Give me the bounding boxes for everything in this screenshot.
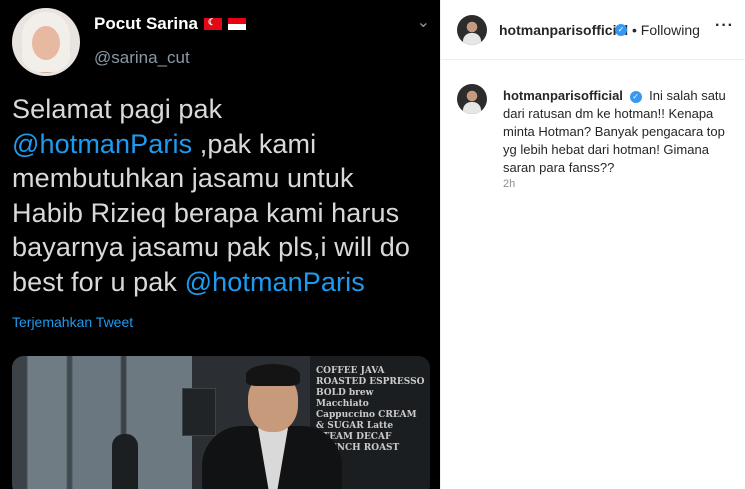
avatar[interactable]	[457, 84, 487, 114]
post-media: Pocut Sarina @sarina_cut ⌄ Selamat pagi …	[0, 0, 440, 489]
following-button[interactable]: • Following	[632, 22, 700, 38]
indonesia-flag-icon	[227, 18, 246, 30]
avatar[interactable]	[457, 15, 487, 45]
tweet-avatar	[12, 8, 80, 76]
tweet-photo: COFFEE JAVA ROASTED ESPRESSO BOLD brew M…	[12, 356, 430, 489]
caption-username-link[interactable]: hotmanparisofficial	[503, 88, 623, 103]
tweet-mention: @hotmanParis	[184, 266, 365, 297]
translate-tweet-link: Terjemahkan Tweet	[12, 314, 134, 330]
tweet-display-name: Pocut Sarina	[94, 14, 246, 34]
more-options-icon[interactable]: ···	[715, 17, 734, 35]
username-link[interactable]: hotmanparisofficial	[499, 22, 628, 38]
chevron-down-icon: ⌄	[416, 14, 430, 31]
turkey-flag-icon	[203, 17, 222, 30]
verified-badge-icon: ✓	[629, 91, 642, 103]
caption: hotmanparisofficial ✓ Ini salah satu dar…	[503, 87, 729, 177]
instagram-panel: hotmanparisofficial ✓ • Following ··· ho…	[440, 0, 745, 489]
tweet-text-part: Selamat pagi pak	[12, 94, 223, 124]
verified-badge-icon: ✓	[615, 24, 627, 36]
tweet-header: Pocut Sarina @sarina_cut ⌄	[12, 8, 432, 78]
tweet-handle: @sarina_cut	[94, 48, 190, 67]
post-timestamp[interactable]: 2h	[503, 178, 515, 190]
tweet-name-text: Pocut Sarina	[94, 14, 198, 33]
tweet-text: Selamat pagi pak @hotmanParis ,pak kami …	[12, 92, 432, 299]
tweet-mention: @hotmanParis	[12, 128, 193, 159]
post-header: hotmanparisofficial ✓ • Following ···	[441, 0, 745, 60]
